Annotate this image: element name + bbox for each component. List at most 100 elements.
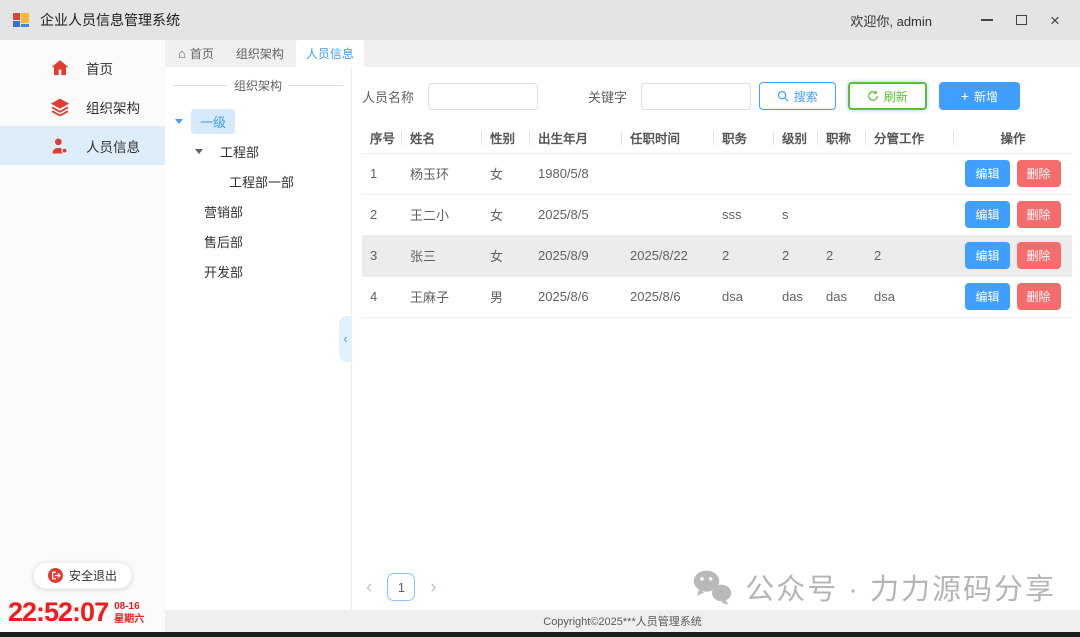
table-cell: 2025/8/6: [622, 276, 714, 317]
caret-down-icon[interactable]: [195, 149, 203, 154]
table-cell: 2: [362, 194, 402, 235]
tree-node-2[interactable]: 工程部一部: [165, 166, 351, 196]
actions-cell: 编辑删除: [954, 194, 1072, 235]
main-area: ⌂首页组织架构人员信息 组织架构 一级工程部工程部一部营销部售后部开发部 ‹: [165, 40, 1080, 632]
next-page-button[interactable]: ›: [426, 578, 440, 597]
table-cell: 2025/8/6: [530, 276, 622, 317]
column-header: 分管工作: [866, 123, 954, 153]
chevron-left-icon: ‹: [343, 331, 347, 346]
logout-button[interactable]: 安全退出: [33, 562, 132, 589]
clock-weekday: 星期六: [114, 613, 144, 626]
sidebar-item-home[interactable]: 首页: [0, 48, 165, 87]
table-cell: 女: [482, 235, 530, 276]
table-cell: 王二小: [402, 194, 482, 235]
tree-node-3[interactable]: 营销部: [165, 196, 351, 226]
tabstrip: ⌂首页组织架构人员信息: [165, 40, 1080, 67]
table-cell: 2: [866, 235, 954, 276]
edit-button[interactable]: 编辑: [965, 160, 1009, 187]
layers-icon: [50, 97, 70, 117]
table-cell: 4: [362, 276, 402, 317]
plus-icon: +: [961, 89, 969, 103]
table-cell: dsa: [714, 276, 774, 317]
tab-label: 人员信息: [306, 45, 354, 62]
prev-page-button[interactable]: ‹: [362, 578, 376, 597]
tree-node-label: 开发部: [195, 259, 252, 284]
user-icon: [50, 136, 70, 156]
sidebar-item-label: 组织架构: [86, 97, 140, 117]
table-cell: 3: [362, 235, 402, 276]
table-cell: 男: [482, 276, 530, 317]
tree-node-4[interactable]: 售后部: [165, 226, 351, 256]
search-icon: [777, 90, 789, 102]
caret-down-icon[interactable]: [175, 119, 183, 124]
tree-node-label: 营销部: [195, 199, 252, 224]
edit-button[interactable]: 编辑: [965, 283, 1009, 310]
refresh-button[interactable]: 刷新: [848, 82, 927, 110]
sidebar-item-org[interactable]: 组织架构: [0, 87, 165, 126]
actions-cell: 编辑删除: [954, 235, 1072, 276]
table-cell: [622, 194, 714, 235]
sidebar-item-personnel[interactable]: 人员信息: [0, 126, 165, 165]
table-cell: 2025/8/9: [530, 235, 622, 276]
delete-button[interactable]: 删除: [1017, 201, 1061, 228]
tab-0[interactable]: ⌂首页: [168, 40, 224, 67]
close-button[interactable]: ×: [1038, 5, 1072, 35]
logout-icon: [48, 568, 63, 583]
sidebar-item-label: 人员信息: [86, 136, 140, 156]
column-header: 级别: [774, 123, 818, 153]
tree-node-5[interactable]: 开发部: [165, 256, 351, 286]
table-cell: [622, 153, 714, 194]
table-row: 4王麻子男2025/8/62025/8/6dsadasdasdsa编辑删除: [362, 276, 1072, 317]
table-cell: [774, 153, 818, 194]
table-cell: [866, 194, 954, 235]
column-header: 序号: [362, 123, 402, 153]
titlebar: 企业人员信息管理系统 欢迎你, admin ×: [0, 0, 1080, 40]
tab-label: 首页: [190, 45, 214, 62]
tab-2[interactable]: 人员信息: [296, 40, 364, 67]
maximize-button[interactable]: [1004, 5, 1038, 35]
table-row: 3张三女2025/8/92025/8/222222编辑删除: [362, 235, 1072, 276]
name-input[interactable]: [428, 83, 538, 110]
tab-1[interactable]: 组织架构: [226, 40, 294, 67]
page-number-button[interactable]: 1: [387, 573, 415, 601]
add-button[interactable]: + 新增: [939, 82, 1020, 110]
table-cell: 王麻子: [402, 276, 482, 317]
table-cell: 2: [818, 235, 866, 276]
tree-node-label: 工程部: [211, 139, 268, 164]
tree-header-label: 组织架构: [234, 77, 282, 94]
taskbar-sliver: [0, 632, 1080, 637]
actions-cell: 编辑删除: [954, 153, 1072, 194]
divider: [289, 85, 343, 86]
edit-button[interactable]: 编辑: [965, 201, 1009, 228]
tree-node-1[interactable]: 工程部: [165, 136, 351, 166]
personnel-table: 序号姓名性别出生年月任职时间职务级别职称分管工作操作 1杨玉环女1980/5/8…: [362, 123, 1072, 318]
minimize-button[interactable]: [970, 5, 1004, 35]
table-row: 2王二小女2025/8/5ssss编辑删除: [362, 194, 1072, 235]
table-cell: das: [774, 276, 818, 317]
maximize-icon: [1016, 15, 1027, 25]
table-cell: 2: [774, 235, 818, 276]
divider: [173, 85, 227, 86]
table-cell: 2: [714, 235, 774, 276]
search-button[interactable]: 搜索: [759, 82, 836, 110]
tree-collapse-handle[interactable]: ‹: [339, 316, 352, 362]
tree-node-label: 工程部一部: [220, 169, 303, 194]
delete-button[interactable]: 删除: [1017, 242, 1061, 269]
tree-node-0[interactable]: 一级: [165, 106, 351, 136]
table-cell: [714, 153, 774, 194]
delete-button[interactable]: 删除: [1017, 283, 1061, 310]
content-panel: 人员名称 关键字 搜索: [352, 67, 1080, 610]
keyword-input[interactable]: [641, 83, 751, 110]
table-cell: 2025/8/22: [622, 235, 714, 276]
logout-label: 安全退出: [69, 567, 117, 584]
close-icon: ×: [1050, 12, 1060, 29]
table-cell: [818, 153, 866, 194]
search-form: 人员名称 关键字 搜索: [362, 73, 1072, 119]
table-cell: 张三: [402, 235, 482, 276]
table-cell: s: [774, 194, 818, 235]
tree-node-label: 一级: [191, 109, 235, 134]
column-header: 职称: [818, 123, 866, 153]
delete-button[interactable]: 删除: [1017, 160, 1061, 187]
sidebar-item-label: 首页: [86, 58, 113, 78]
edit-button[interactable]: 编辑: [965, 242, 1009, 269]
